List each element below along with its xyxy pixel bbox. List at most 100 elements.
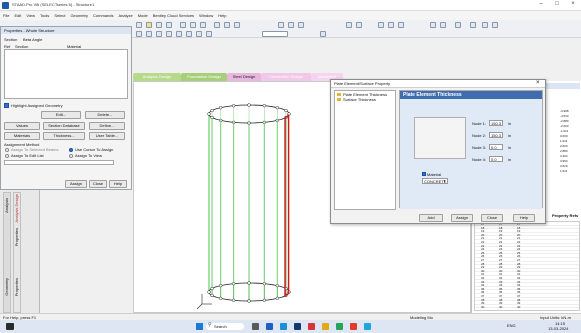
assign-to-view-radio[interactable] [69, 154, 73, 158]
toolbar-button-zoom-all[interactable] [166, 31, 172, 37]
node-marker[interactable] [219, 105, 223, 110]
edit-button[interactable]: Edit... [41, 111, 81, 119]
toolbar-button-translational-repeat[interactable] [234, 22, 240, 28]
toolbar-button-front[interactable] [398, 22, 404, 28]
toolbar-button-add-plate[interactable] [224, 22, 230, 28]
menu-geometry[interactable]: Geometry [70, 13, 88, 18]
vtab-analysis-design[interactable]: Analysis Design [14, 194, 19, 222]
define-button[interactable]: Define... [89, 122, 125, 130]
toolbar-button-results[interactable] [346, 22, 352, 28]
media-icon[interactable] [350, 323, 357, 330]
menu-select[interactable]: Select [54, 13, 65, 18]
node-marker[interactable] [262, 282, 266, 286]
tree-item-surface-thickness[interactable]: Surface Thickness [343, 97, 376, 102]
section-list[interactable] [4, 49, 128, 99]
toolbar-button-select-beams[interactable] [190, 22, 196, 28]
tab-connection-design[interactable]: Connection Design [261, 73, 311, 81]
toolbar-button-zoom-prev[interactable] [176, 31, 182, 37]
app-icon[interactable] [266, 323, 273, 330]
toolbar-button-select-nodes[interactable] [180, 22, 186, 28]
node-marker[interactable] [247, 103, 251, 107]
toolbar-button-run-analysis[interactable] [356, 22, 362, 28]
menu-cloud-services[interactable]: Bentley Cloud Services [153, 13, 194, 18]
z-axis-line[interactable] [196, 303, 203, 310]
toolbar-button-dimensions[interactable] [440, 22, 446, 28]
taskview-icon[interactable] [252, 323, 259, 330]
store-icon[interactable] [364, 323, 371, 330]
dialog-close-button[interactable]: × [536, 80, 540, 86]
user-table-button[interactable]: User Table... [89, 132, 125, 140]
taskbar-search[interactable]: ⚲ Search [206, 322, 244, 330]
node-marker[interactable] [247, 299, 251, 303]
add-button[interactable]: Add [419, 214, 443, 222]
node-marker[interactable] [247, 281, 251, 285]
assign-to-edit-list-radio[interactable] [5, 154, 9, 158]
node-marker[interactable] [275, 283, 279, 288]
staad-icon[interactable] [336, 323, 343, 330]
node-marker[interactable] [262, 104, 266, 108]
menu-view[interactable]: View [26, 13, 35, 18]
toolbar-button-add-beam[interactable] [214, 22, 220, 28]
menu-edit[interactable]: Edit [14, 13, 21, 18]
node-marker[interactable] [207, 112, 211, 116]
menu-help[interactable]: Help [218, 13, 226, 18]
menu-window[interactable]: Window [199, 13, 213, 18]
toolbar-button-report[interactable] [470, 22, 476, 28]
toolbar-button-loads[interactable] [298, 22, 304, 28]
node-marker[interactable] [232, 104, 236, 108]
menu-tools[interactable]: Tools [40, 13, 49, 18]
toolbar-button-print[interactable] [482, 22, 488, 28]
toolbar-button-zoom[interactable] [146, 22, 152, 28]
minimize-button[interactable]: – [535, 1, 547, 7]
toolbar-button-zoom-out[interactable] [146, 31, 152, 37]
node3-thickness-input[interactable]: 0.0 [489, 144, 503, 150]
toolbar-button-display[interactable] [206, 31, 212, 37]
help-props-button[interactable]: Help [109, 180, 127, 188]
toolbar-button-export[interactable] [492, 22, 498, 28]
vtab-properties[interactable]: Properties [14, 228, 19, 246]
toolbar-button-labels[interactable] [430, 22, 436, 28]
use-cursor-radio[interactable] [69, 148, 73, 152]
weather-icon[interactable] [6, 323, 14, 330]
material-checkbox[interactable] [422, 172, 426, 176]
windows-start-icon[interactable] [196, 323, 203, 330]
tab-foundation-design[interactable]: Foundation Design [181, 73, 227, 81]
toolbar-button-magnify[interactable] [196, 31, 202, 37]
vtab-analysis[interactable]: Analysis [4, 198, 9, 213]
node-marker[interactable] [262, 298, 266, 302]
toolbar-button-rotate[interactable] [166, 22, 172, 28]
close-dialog-button[interactable]: Close [481, 214, 503, 222]
toolbar-button-section[interactable] [455, 22, 461, 28]
delete-button[interactable]: Delete... [85, 111, 125, 119]
toolbar-dropdown[interactable] [262, 31, 288, 37]
toolbar-button-snap-grid[interactable] [288, 22, 294, 28]
node4-thickness-input[interactable]: 0.0 [489, 156, 503, 162]
node-marker[interactable] [210, 108, 214, 113]
assign-button[interactable]: Assign [65, 180, 87, 188]
folder-icon[interactable] [322, 323, 329, 330]
toolbar-button-iso[interactable] [388, 22, 394, 28]
menu-analyze[interactable]: Analyze [118, 13, 132, 18]
node-marker[interactable] [275, 105, 279, 110]
edit-list-field[interactable] [4, 160, 114, 165]
node-marker[interactable] [207, 290, 211, 294]
toolbar-button-pan[interactable] [156, 22, 162, 28]
values-button[interactable]: Values [4, 122, 40, 130]
toolbar-button-structure-wizard[interactable] [278, 22, 284, 28]
assign-to-selected-radio[interactable] [5, 148, 9, 152]
node-marker[interactable] [275, 296, 279, 301]
section-value[interactable]: Beta Angle [23, 37, 42, 42]
chrome-icon[interactable] [308, 323, 315, 330]
language-indicator[interactable]: ENG [507, 323, 516, 328]
node-marker[interactable] [210, 293, 214, 298]
assign-dialog-button[interactable]: Assign [451, 214, 473, 222]
node-marker[interactable] [284, 108, 288, 113]
clock-date[interactable]: 13-03-2024 [548, 326, 568, 331]
node-marker[interactable] [219, 283, 223, 288]
materials-button[interactable]: Materials [4, 132, 40, 140]
toolbar-button-zoom-window[interactable] [156, 31, 162, 37]
toolbar-button-help[interactable] [320, 31, 326, 37]
word-icon[interactable] [294, 323, 301, 330]
tab-analysis-design[interactable]: Analysis Design [133, 73, 181, 81]
menu-mode[interactable]: Mode [138, 13, 148, 18]
